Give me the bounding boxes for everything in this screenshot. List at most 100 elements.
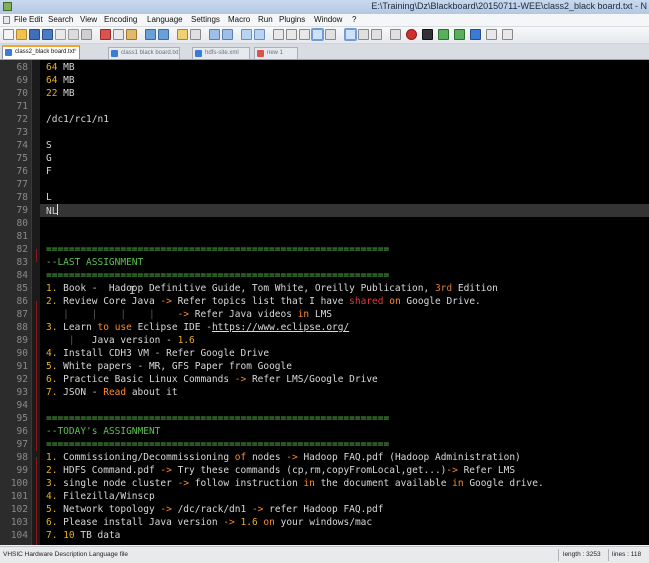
replace-icon[interactable] xyxy=(190,29,201,40)
menu-language[interactable]: Language xyxy=(147,15,183,24)
stop-recording-icon[interactable] xyxy=(422,29,433,40)
line-number: 85 xyxy=(16,283,28,294)
paste-icon[interactable] xyxy=(126,29,137,40)
code-token: ========================================… xyxy=(46,244,390,255)
user-language-icon[interactable] xyxy=(311,28,324,41)
code-line[interactable]: 64 MB xyxy=(46,61,75,74)
menu-plugins[interactable]: Plugins xyxy=(279,15,305,24)
menu-search[interactable]: Search xyxy=(48,15,73,24)
find-icon[interactable] xyxy=(177,29,188,40)
line-number: 81 xyxy=(16,231,28,242)
code-token: Filezilla/Winscp xyxy=(57,491,155,502)
copy-icon[interactable] xyxy=(113,29,124,40)
menu-view[interactable]: View xyxy=(80,15,97,24)
code-line[interactable]: 1. Commissioning/Decommissioning of node… xyxy=(46,451,521,464)
code-line[interactable]: G xyxy=(46,152,52,165)
save-macro-icon[interactable] xyxy=(470,29,481,40)
code-line[interactable]: ========================================… xyxy=(46,438,389,451)
code-line[interactable]: --LAST ASSIGNMENT xyxy=(46,256,143,269)
menu-help[interactable]: ? xyxy=(352,15,356,24)
code-line[interactable]: 1. Book - Hadoop Definitive Guide, Tom W… xyxy=(46,282,498,295)
menu-edit[interactable]: Edit xyxy=(29,15,43,24)
line-number: 73 xyxy=(16,127,28,138)
sync-horizontal-icon[interactable] xyxy=(254,29,265,40)
save-icon[interactable] xyxy=(29,29,40,40)
tab-hdfs-site[interactable]: hdfs-site.xml xyxy=(192,47,250,59)
zoom-out-icon[interactable] xyxy=(222,29,233,40)
code-line[interactable]: | | | | -> Refer Java videos in LMS xyxy=(46,308,332,321)
menu-encoding[interactable]: Encoding xyxy=(104,15,137,24)
code-line[interactable]: 2. HDFS Command.pdf -> Try these command… xyxy=(46,464,515,477)
code-token: ========================================… xyxy=(46,439,390,450)
tab-bar: class2_black board.txt × class1 black bo… xyxy=(0,44,649,60)
code-token: -> xyxy=(160,465,172,476)
code-line[interactable]: 3. single node cluster -> follow instruc… xyxy=(46,477,544,490)
folder-as-workspace-icon[interactable] xyxy=(358,29,369,40)
open-folder-icon[interactable] xyxy=(16,29,27,40)
menu-settings[interactable]: Settings xyxy=(191,15,220,24)
code-line[interactable]: 4. Install CDH3 VM - Refer Google Drive xyxy=(46,347,269,360)
menu-file[interactable]: File xyxy=(14,15,27,24)
menu-window[interactable]: Window xyxy=(314,15,342,24)
record-macro-icon[interactable] xyxy=(406,29,417,40)
compare-icon[interactable] xyxy=(502,29,513,40)
close-tab-icon[interactable]: × xyxy=(73,48,77,54)
code-line[interactable]: S xyxy=(46,139,52,152)
code-line[interactable]: 22 MB xyxy=(46,87,75,100)
menu-run[interactable]: Run xyxy=(258,15,273,24)
zoom-in-icon[interactable] xyxy=(209,29,220,40)
new-file-icon[interactable] xyxy=(3,29,14,40)
function-list-icon[interactable] xyxy=(344,28,357,41)
spellcheck-icon[interactable] xyxy=(486,29,497,40)
code-line[interactable]: 6. Practice Basic Linux Commands -> Refe… xyxy=(46,373,378,386)
indent-guide-icon[interactable] xyxy=(299,29,310,40)
code-line[interactable]: ========================================… xyxy=(46,243,389,256)
code-line[interactable]: ========================================… xyxy=(46,269,389,282)
code-line[interactable]: 5. Network topology -> /dc/rack/dn1 -> r… xyxy=(46,503,384,516)
code-line[interactable]: F xyxy=(46,165,52,178)
code-line[interactable]: 3. Learn to use Eclipse IDE -https://www… xyxy=(46,321,349,334)
code-line[interactable]: 2. Review Core Java -> Refer topics list… xyxy=(46,295,481,308)
tab-class2-black-board[interactable]: class2_black board.txt × xyxy=(2,45,80,59)
code-token: Practice Basic Linux Commands xyxy=(57,374,235,385)
start-macro-icon[interactable] xyxy=(390,29,401,40)
code-line[interactable]: 7. 10 TB data xyxy=(46,529,120,542)
cut-icon[interactable] xyxy=(100,29,111,40)
code-token: refer Hadoop FAQ.pdf xyxy=(263,504,384,515)
print-icon[interactable] xyxy=(81,29,92,40)
redo-icon[interactable] xyxy=(158,29,169,40)
code-line[interactable]: L xyxy=(46,191,52,204)
doc-map-icon[interactable] xyxy=(325,29,336,40)
code-token: use xyxy=(114,322,132,333)
code-token: Hadoop FAQ.pdf (Hadoop Administration) xyxy=(297,452,521,463)
word-wrap-icon[interactable] xyxy=(273,29,284,40)
code-token: F xyxy=(46,166,52,177)
line-number: 75 xyxy=(16,153,28,164)
monitoring-icon[interactable] xyxy=(371,29,382,40)
playback-icon[interactable] xyxy=(438,29,449,40)
tab-new-1[interactable]: new 1 xyxy=(254,47,298,59)
code-line[interactable]: ========================================… xyxy=(46,412,389,425)
close-all-icon[interactable] xyxy=(68,29,79,40)
code-line[interactable]: 5. White papers - MR, GFS Paper from Goo… xyxy=(46,360,292,373)
code-line[interactable]: --TODAY's ASSIGNMENT xyxy=(46,425,160,438)
editor-area[interactable]: I 68 64 MB 69 64 MB 70 22 MB 71 72/dc1/rc1/n1 73… xyxy=(0,60,649,545)
undo-icon[interactable] xyxy=(145,29,156,40)
close-file-icon[interactable] xyxy=(55,29,66,40)
code-line[interactable]: NL xyxy=(46,204,59,217)
tab-class1-black-board[interactable]: class1 black board.txt xyxy=(108,47,180,59)
code-token: --LAST ASSIGNMENT xyxy=(46,257,144,268)
code-line[interactable]: | Java version - 1.6 xyxy=(46,334,195,347)
code-line[interactable]: 7. JSON - Read about it xyxy=(46,386,178,399)
code-token: /dc/rack/dn1 xyxy=(171,504,252,515)
code-line[interactable]: /dc1/rc1/n1 xyxy=(46,113,109,126)
code-token: 3. xyxy=(46,478,58,489)
run-multiple-icon[interactable] xyxy=(454,29,465,40)
menu-macro[interactable]: Macro xyxy=(228,15,250,24)
sync-vertical-icon[interactable] xyxy=(241,29,252,40)
code-line[interactable]: 4. Filezilla/Winscp xyxy=(46,490,155,503)
show-all-chars-icon[interactable] xyxy=(286,29,297,40)
code-line[interactable]: 6. Please install Java version -> 1.6 on… xyxy=(46,516,372,529)
code-line[interactable]: 64 MB xyxy=(46,74,75,87)
save-all-icon[interactable] xyxy=(42,29,53,40)
